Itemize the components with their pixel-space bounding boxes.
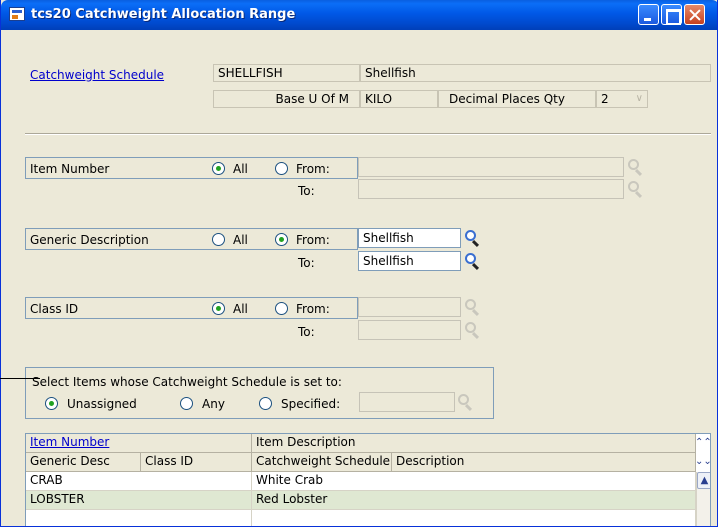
item-number-to-lookup[interactable] [626,179,644,199]
class-id-to-field[interactable] [358,320,461,340]
any-label: Any [202,397,225,411]
class-id-to-lookup[interactable] [463,320,481,340]
item-number-label: Item Number [30,162,110,176]
items-grid[interactable]: Item Number Item Description ⌃⌃ Generic … [25,433,711,526]
base-uom-label-text: Base U Of M [275,92,349,106]
table-row-generic-desc[interactable]: CRAB [26,472,252,491]
item-number-from-radio[interactable] [275,162,288,175]
item-number-from-label: From: [296,162,330,176]
schedule-link-cell: Catchweight Schedule [25,66,211,84]
scroll-up-arrow-icon[interactable]: ▲ [697,472,710,489]
header-separator [25,133,711,135]
left-edge-marker [0,378,40,379]
window-app-icon [9,7,25,21]
grid-header-item-description: Item Description [252,434,696,453]
specified-schedule-field[interactable] [359,392,455,412]
item-number-from-field[interactable] [358,157,624,177]
class-id-label: Class ID [30,302,79,316]
specified-schedule-lookup[interactable] [456,392,474,412]
schedule-filter-label: Select Items whose Catchweight Schedule … [32,375,342,389]
table-row-empty [26,510,252,526]
any-radio[interactable] [180,397,193,410]
item-number-to-label: To: [298,184,315,198]
grid-header-catchweight-schedule: Catchweight Schedule [252,453,392,472]
grid-header-description: Description [392,453,696,472]
window-title: tcs20 Catchweight Allocation Range [31,7,296,22]
class-id-from-lookup[interactable] [463,297,481,317]
decimal-places-select[interactable]: 2 ∨ [596,90,648,108]
class-id-all-radio[interactable] [212,302,225,315]
generic-description-to-field[interactable]: Shellfish [358,251,461,271]
decimal-places-value: 2 [601,92,609,106]
class-id-from-radio[interactable] [275,302,288,315]
title-bar[interactable]: tcs20 Catchweight Allocation Range [1,0,717,30]
class-id-from-field[interactable] [358,297,461,317]
minimize-button[interactable] [638,4,659,25]
generic-description-from-field[interactable]: Shellfish [358,228,461,248]
table-row-generic-desc[interactable]: LOBSTER [26,491,252,510]
generic-description-all-radio[interactable] [212,233,225,246]
vertical-scrollbar[interactable]: ▲ [696,472,710,526]
schedule-description: Shellfish [360,64,711,82]
table-row-item-description[interactable]: White Crab [252,472,696,491]
class-id-from-label: From: [296,302,330,316]
base-uom-value: KILO [360,90,438,108]
catchweight-schedule-link[interactable]: Catchweight Schedule [30,68,164,82]
generic-description-to-label: To: [298,256,315,270]
item-number-sort-link[interactable]: Item Number [30,435,109,449]
generic-description-from-lookup[interactable] [463,228,481,248]
double-chevron-down-icon[interactable]: ⌄⌄ [695,454,710,471]
generic-description-from-radio[interactable] [275,233,288,246]
specified-label: Specified: [281,397,341,411]
generic-description-to-lookup[interactable] [463,251,481,271]
specified-radio[interactable] [259,397,272,410]
table-row-item-description[interactable]: Red Lobster [252,491,696,510]
grid-header-generic-desc: Generic Desc [26,453,141,472]
item-number-all-label: All [233,162,248,176]
item-number-all-radio[interactable] [212,162,225,175]
decimal-places-label: Decimal Places Qty [438,90,596,108]
close-button[interactable] [684,4,705,25]
double-chevron-up-icon[interactable]: ⌃⌃ [695,435,710,452]
catchweight-allocation-window: tcs20 Catchweight Allocation Range Catch… [0,0,718,527]
maximize-button[interactable] [661,4,682,25]
generic-description-label: Generic Description [30,233,149,247]
table-row-empty [252,510,696,526]
class-id-to-label: To: [298,325,315,339]
item-number-to-field[interactable] [358,179,624,199]
unassigned-radio[interactable] [45,397,58,410]
unassigned-label: Unassigned [67,397,137,411]
grid-header-item-number[interactable]: Item Number [26,434,252,453]
generic-description-all-label: All [233,233,248,247]
base-uom-label: Base U Of M [213,90,360,108]
grid-header-class-id: Class ID [141,453,252,472]
generic-description-from-label: From: [296,233,330,247]
class-id-all-label: All [233,302,248,316]
chevron-down-icon[interactable]: ∨ [636,91,643,107]
schedule-code: SHELLFISH [213,64,360,82]
item-number-from-lookup[interactable] [626,157,644,177]
